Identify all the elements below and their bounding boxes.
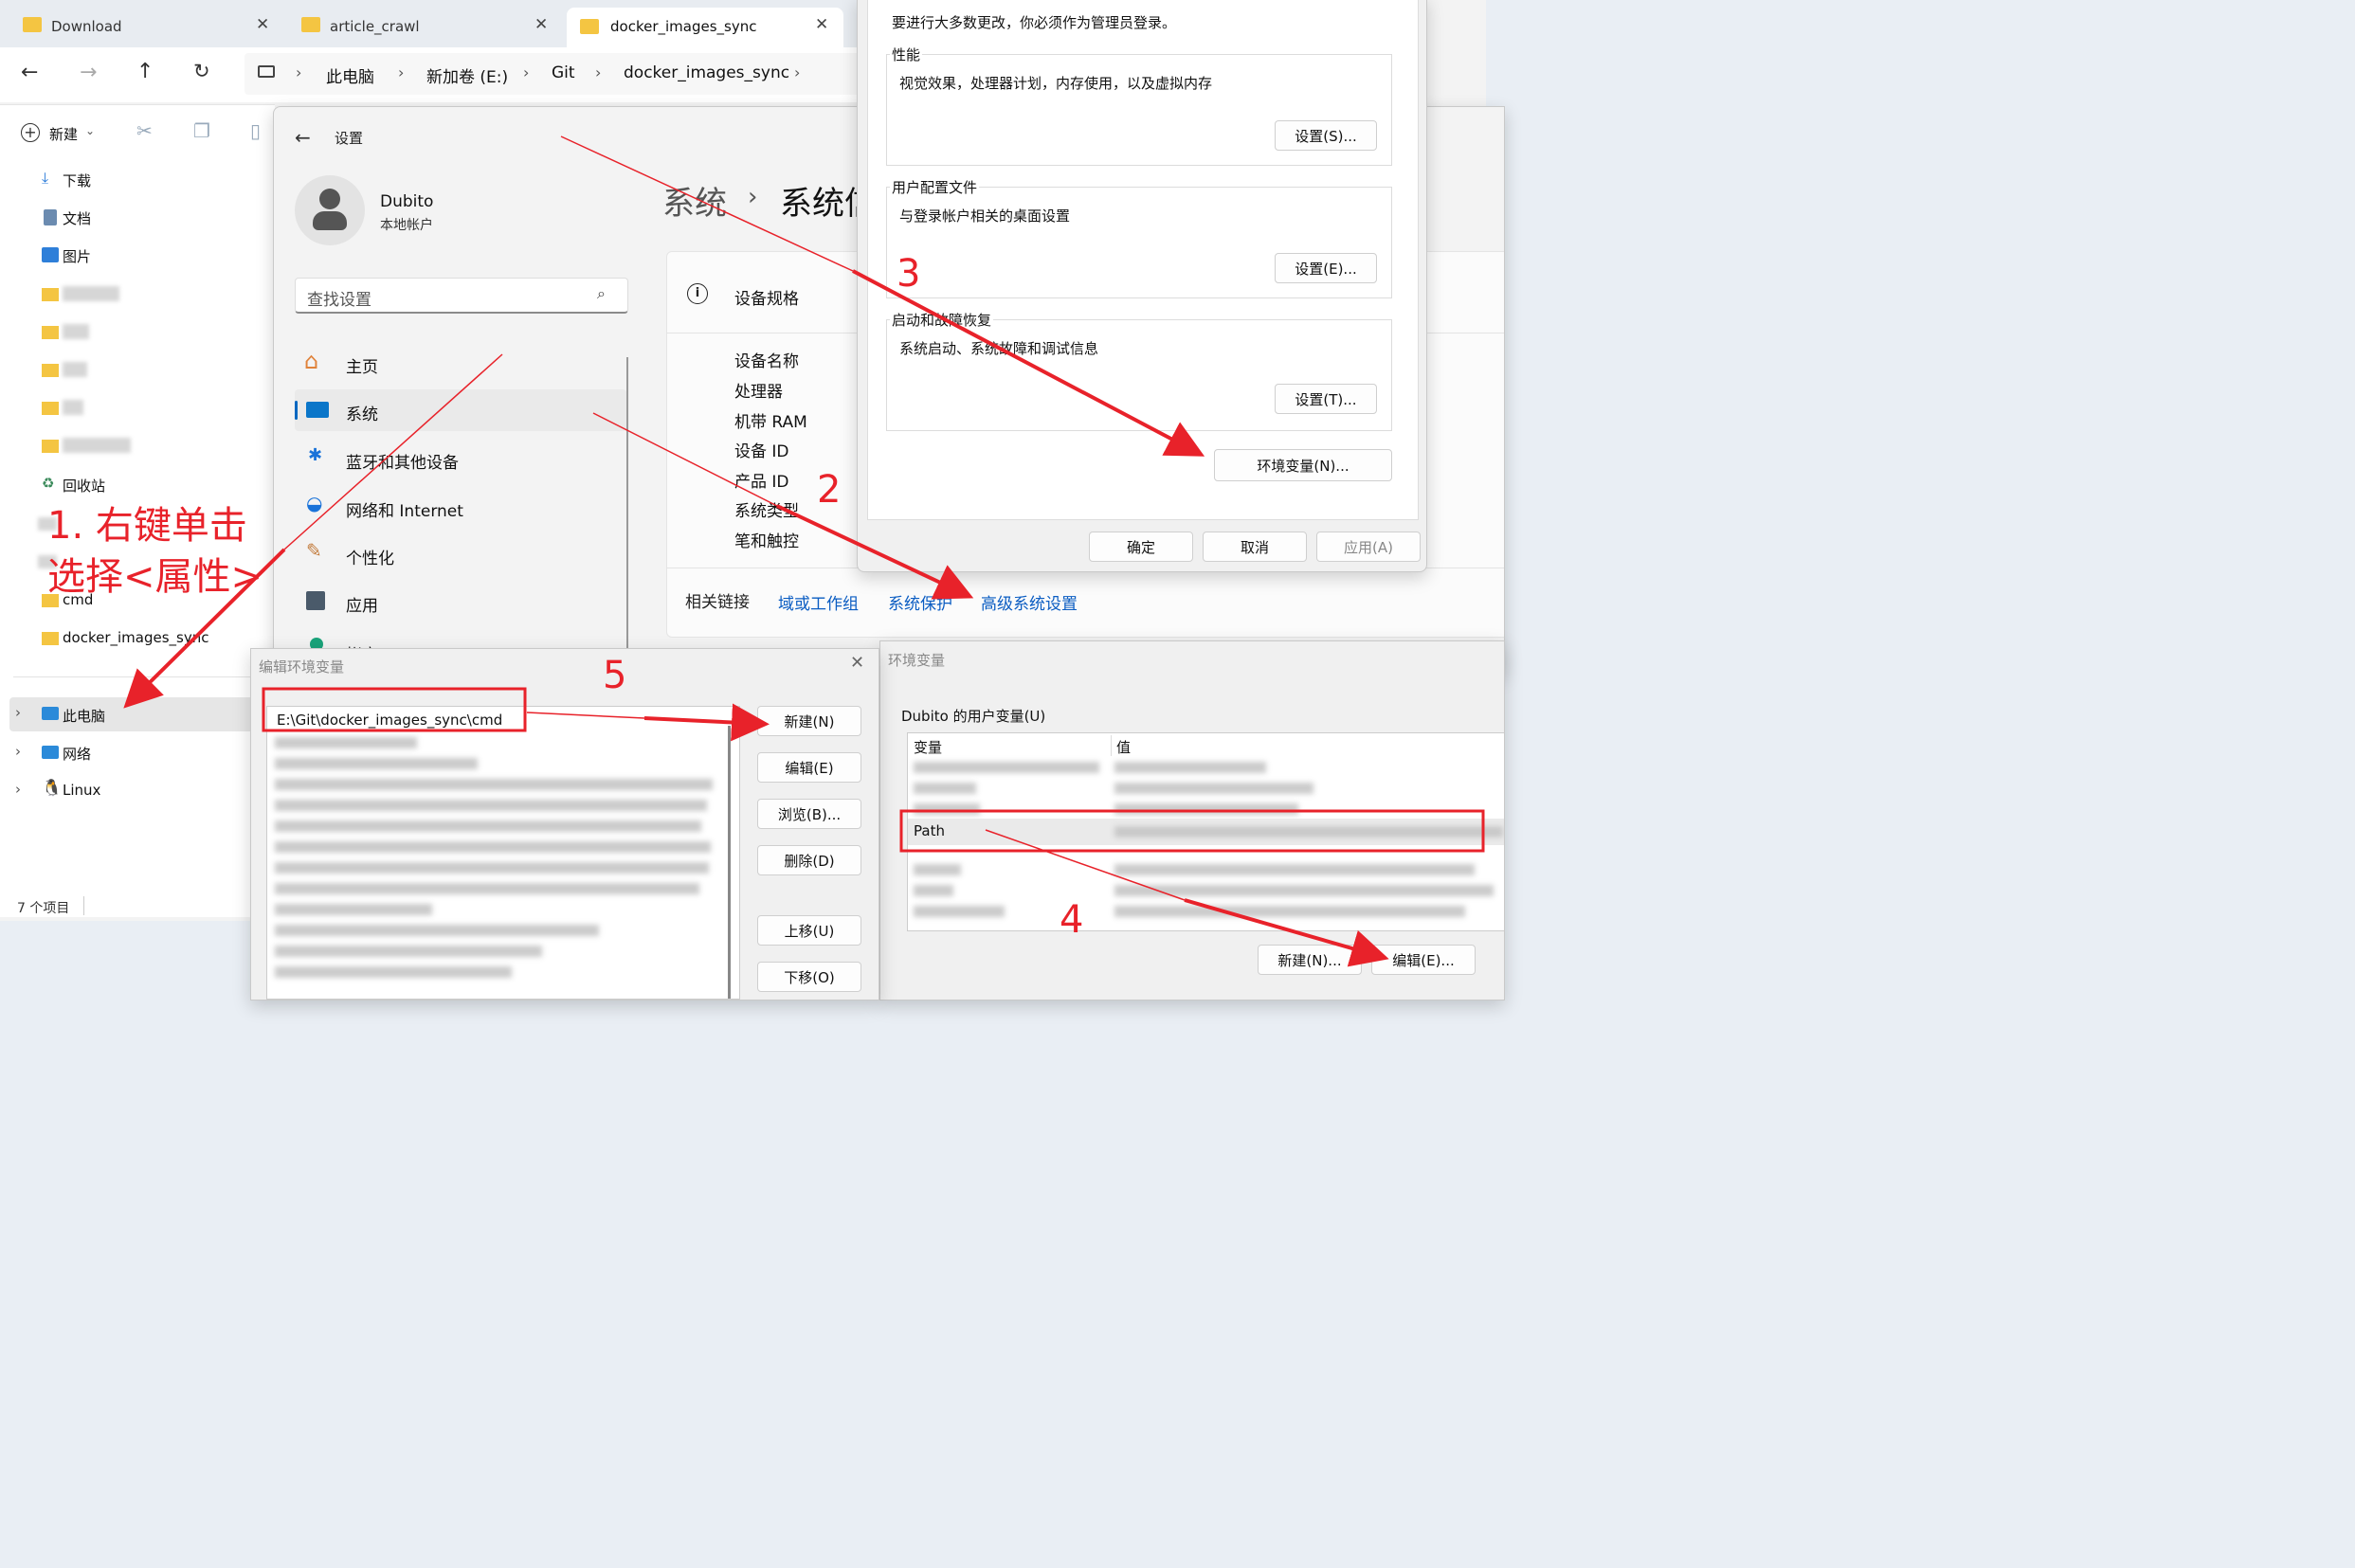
annotation-step5: 5 [603,654,627,697]
annotation-arrow-3 [852,269,1205,457]
annotation-arrow-2 [776,504,974,600]
highlight-box-path-entry [262,687,527,732]
annotation-arrow-5-thin [526,712,645,719]
annotation-step2: 2 [817,468,842,512]
annotation-arrow-5 [643,703,770,742]
annotation-arrow-4-thin [985,829,1186,901]
annotation-arrow-1-thin [283,353,503,550]
annotation-step1-line1: 1. 右键单击 [47,504,247,548]
annotation-arrow-4 [1184,898,1389,967]
annotation-step3: 3 [897,252,921,296]
annotation-arrow-3-thin [560,135,854,272]
annotation-arrow-2-thin [592,412,778,507]
annotation-step1-line2: 选择<属性> [47,555,263,599]
annotation-step4: 4 [1060,898,1084,942]
